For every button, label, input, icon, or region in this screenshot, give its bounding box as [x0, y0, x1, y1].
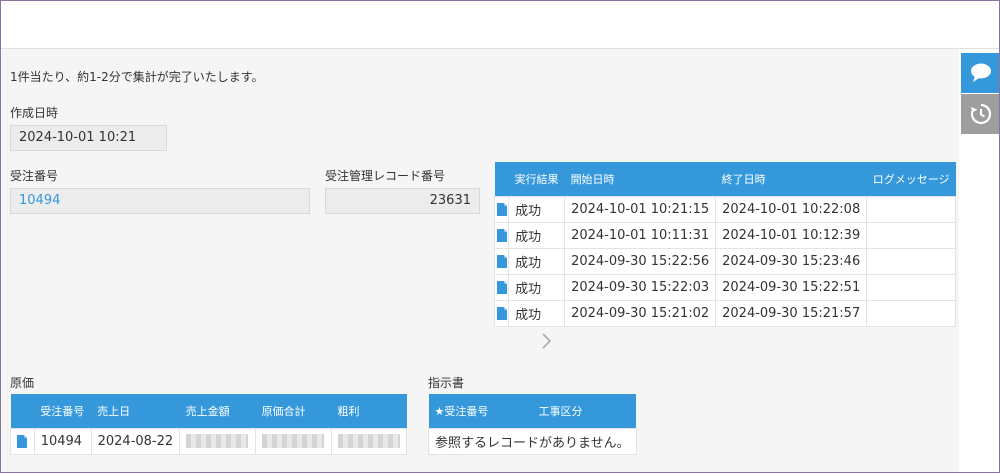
log-start: 2024-10-01 10:11:31	[564, 221, 717, 249]
history-icon	[970, 103, 992, 125]
log-end: 2024-09-30 15:23:46	[715, 247, 868, 275]
instruction-header-order-no: ★受注番号	[428, 394, 533, 428]
table-row: 成功 2024-09-30 15:22:56 2024-09-30 15:23:…	[493, 247, 956, 275]
log-message	[866, 221, 956, 249]
table-row: 成功 2024-10-01 10:21:15 2024-10-01 10:22:…	[493, 195, 956, 223]
log-start: 2024-10-01 10:21:15	[564, 195, 717, 223]
file-icon[interactable]	[493, 273, 510, 301]
file-icon[interactable]	[493, 299, 510, 327]
comment-button[interactable]	[961, 53, 999, 93]
log-result: 成功	[508, 195, 566, 223]
log-end: 2024-10-01 10:22:08	[715, 195, 868, 223]
log-header-end: 終了日時	[715, 162, 867, 196]
chevron-right-icon[interactable]	[539, 332, 557, 350]
cost-header-icon-col	[10, 394, 35, 428]
file-icon[interactable]	[493, 221, 510, 249]
log-header-start: 開始日時	[564, 162, 716, 196]
app-frame: 1件当たり、約1-2分で集計が完了いたします。 作成日時 2024-10-01 …	[0, 0, 1000, 473]
instruction-label: 指示書	[428, 376, 465, 390]
log-message	[866, 195, 956, 223]
cost-gross-profit	[331, 427, 407, 455]
order-record-label: 受注管理レコード番号	[325, 169, 446, 183]
order-no-label: 受注番号	[10, 169, 59, 183]
cost-header-sales-date: 売上日	[91, 394, 180, 428]
instruction-header-work-type: 工事区分	[532, 394, 637, 428]
cost-table-header: 受注番号 売上日 売上金額 原価合計 粗利	[10, 394, 407, 428]
cost-order-no: 10494	[33, 427, 92, 455]
instruction-table: ★受注番号 工事区分 参照するレコードがありません。	[428, 394, 637, 455]
file-icon[interactable]	[493, 195, 510, 223]
redacted-value	[338, 434, 400, 448]
redacted-value	[186, 434, 249, 448]
top-header	[1, 1, 999, 49]
cost-cost-total	[255, 427, 332, 455]
table-row: 10494 2024-08-22	[10, 427, 407, 455]
table-row: 参照するレコードがありません。	[428, 427, 637, 455]
cost-header-gross-profit: 粗利	[331, 394, 407, 428]
order-record-field: 23631	[325, 188, 480, 214]
log-message	[866, 247, 956, 275]
table-row: 成功 2024-10-01 10:11:31 2024-10-01 10:12:…	[493, 221, 956, 249]
log-start: 2024-09-30 15:21:02	[564, 299, 717, 327]
cost-table: 受注番号 売上日 売上金額 原価合計 粗利 10494 2024-08-22	[10, 394, 407, 455]
table-row: 成功 2024-09-30 15:22:03 2024-09-30 15:22:…	[493, 273, 956, 301]
log-result: 成功	[508, 299, 566, 327]
log-header-result: 実行結果	[508, 162, 565, 196]
created-label: 作成日時	[10, 106, 59, 120]
cost-sales-amount	[179, 427, 257, 455]
log-table: 実行結果 開始日時 終了日時 ログメッセージ 成功 2024-10-01 10:…	[493, 162, 956, 327]
log-end: 2024-09-30 15:22:51	[715, 273, 868, 301]
order-no-link[interactable]: 10494	[10, 188, 310, 214]
log-table-header: 実行結果 開始日時 終了日時 ログメッセージ	[494, 162, 956, 196]
file-icon[interactable]	[10, 427, 35, 455]
instruction-empty-message: 参照するレコードがありません。	[428, 427, 637, 455]
record-content: 1件当たり、約1-2分で集計が完了いたします。 作成日時 2024-10-01 …	[2, 49, 959, 472]
log-message	[866, 273, 956, 301]
log-header-message: ログメッセージ	[866, 162, 956, 196]
log-message	[866, 299, 956, 327]
cost-header-cost-total: 原価合計	[255, 394, 332, 428]
log-start: 2024-09-30 15:22:03	[564, 273, 717, 301]
cost-header-sales-amount: 売上金額	[179, 394, 256, 428]
log-header-icon-col	[494, 162, 509, 196]
log-result: 成功	[508, 247, 566, 275]
log-end: 2024-10-01 10:12:39	[715, 221, 868, 249]
instruction-table-header: ★受注番号 工事区分	[428, 394, 637, 428]
log-start: 2024-09-30 15:22:56	[564, 247, 717, 275]
log-end: 2024-09-30 15:21:57	[715, 299, 868, 327]
table-row: 成功 2024-09-30 15:21:02 2024-09-30 15:21:…	[493, 299, 956, 327]
cost-label: 原価	[10, 376, 35, 390]
redacted-value	[262, 434, 325, 448]
notice-text: 1件当たり、約1-2分で集計が完了いたします。	[10, 70, 264, 84]
cost-header-order-no: 受注番号	[34, 394, 92, 428]
history-button[interactable]	[961, 94, 999, 134]
log-result: 成功	[508, 221, 566, 249]
cost-sales-date: 2024-08-22	[90, 427, 181, 455]
file-icon[interactable]	[493, 247, 510, 275]
created-field: 2024-10-01 10:21	[10, 125, 167, 151]
log-result: 成功	[508, 273, 566, 301]
comment-icon	[971, 63, 991, 82]
